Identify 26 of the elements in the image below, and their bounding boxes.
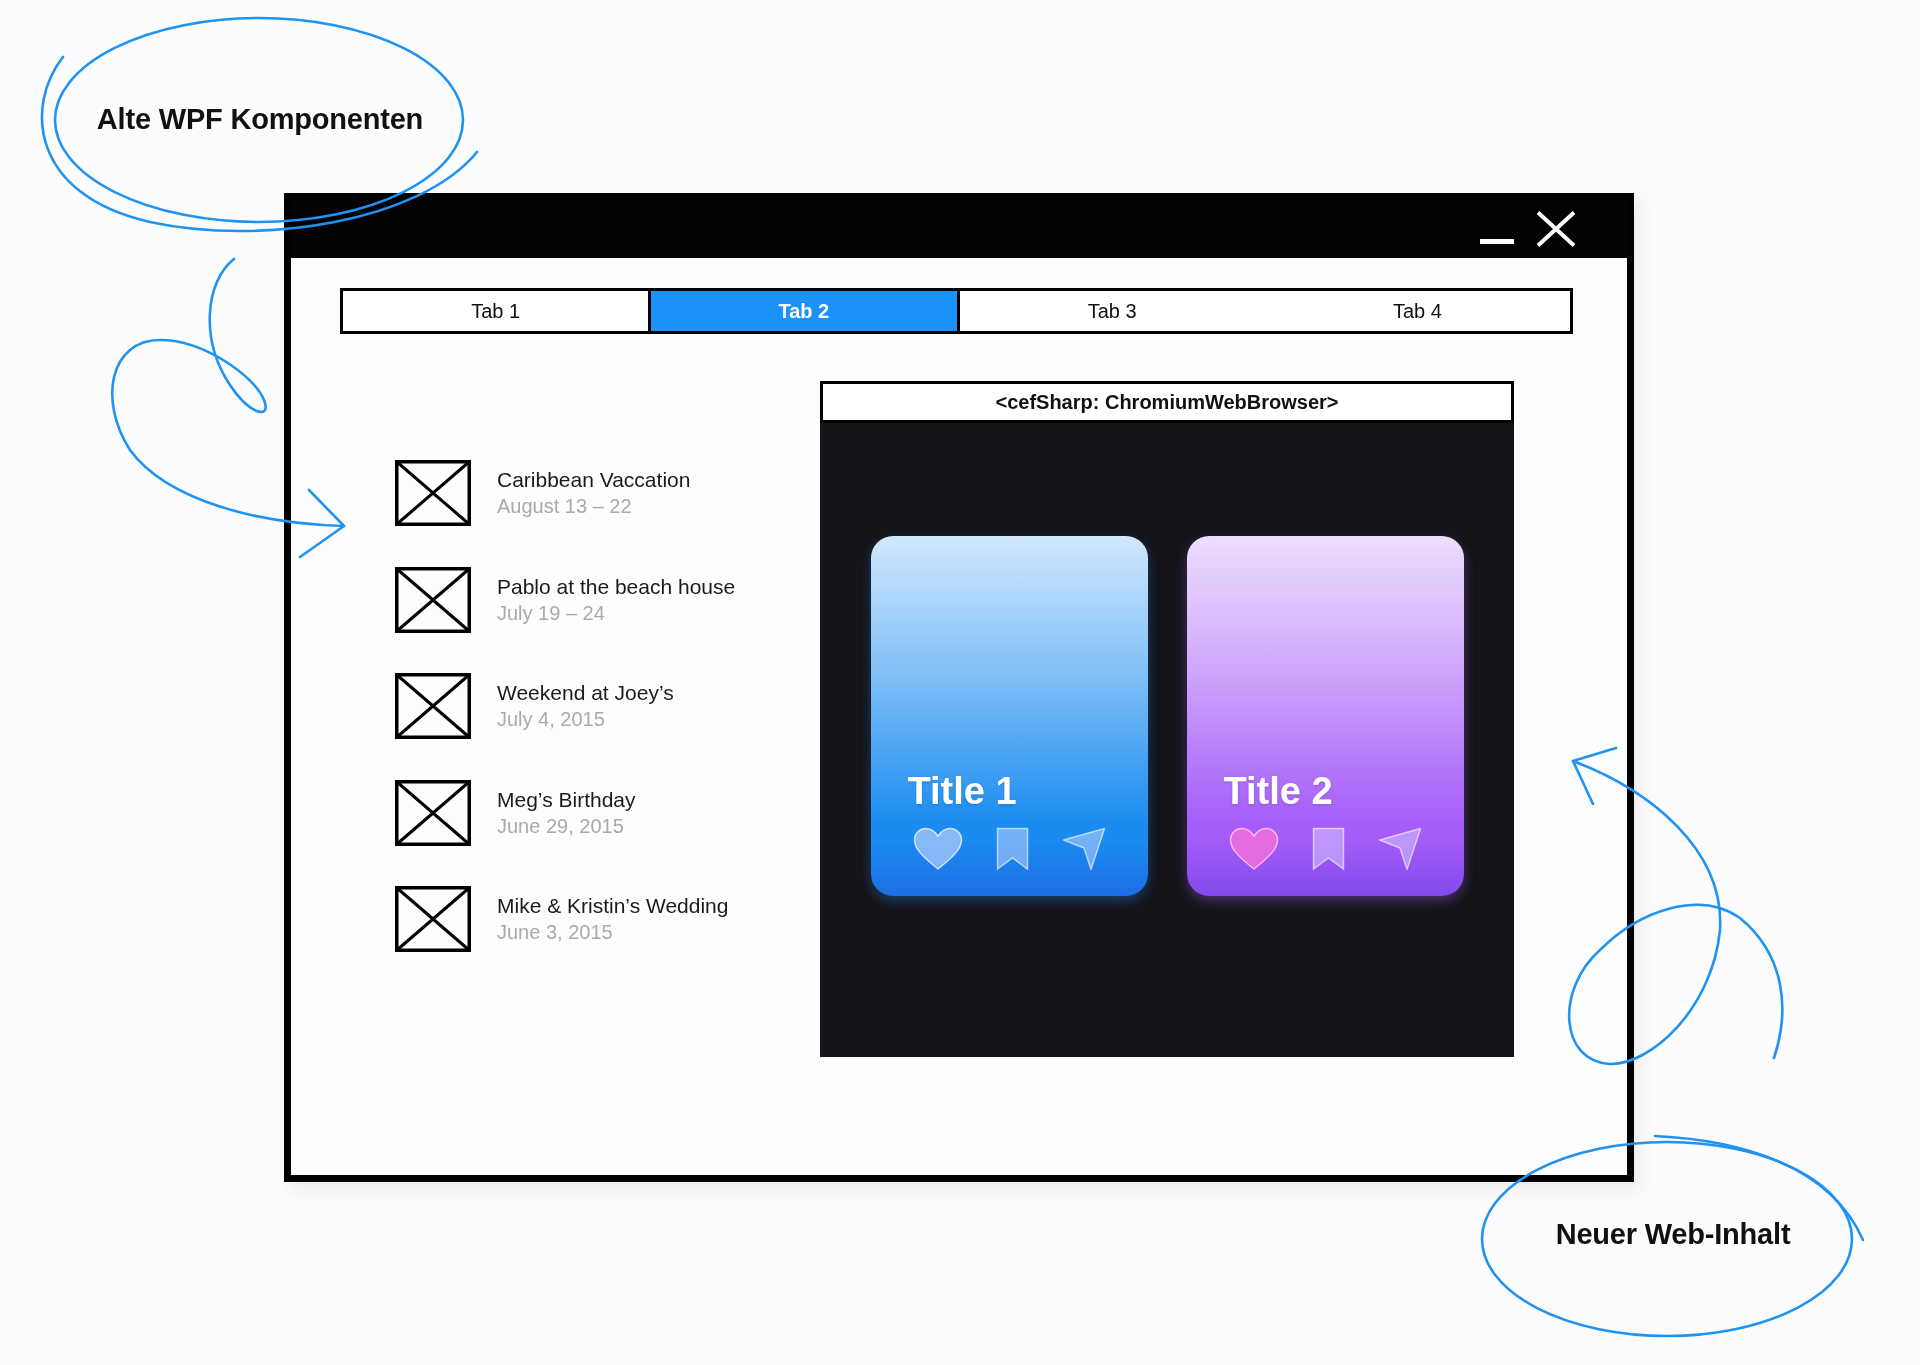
close-icon[interactable] — [1536, 211, 1576, 247]
event-date: July 19 – 24 — [497, 600, 606, 626]
event-date: June 29, 2015 — [497, 813, 625, 839]
event-title: Meg’s Birthday — [497, 786, 636, 813]
heart-icon[interactable] — [1228, 827, 1279, 871]
image-placeholder-icon — [395, 886, 471, 952]
image-placeholder-icon — [395, 779, 471, 846]
event-title: Weekend at Joey’s — [497, 680, 674, 706]
bookmark-icon[interactable] — [1311, 827, 1345, 871]
event-title: Pablo at the beach house — [497, 573, 736, 600]
card-title: Title 1 — [907, 769, 1017, 813]
event-date: June 3, 2015 — [497, 920, 614, 945]
browser-header: <cefSharp: ChromiumWebBrowser> — [820, 381, 1514, 423]
event-title: Caribbean Vaccation — [497, 467, 691, 493]
image-placeholder-icon — [395, 460, 471, 526]
event-date: July 4, 2015 — [497, 707, 606, 732]
annotation-label: Neuer Web-Inhalt — [1555, 1217, 1791, 1251]
image-placeholder-icon — [395, 566, 471, 633]
event-title: Mike & Kristin’s Wedding — [497, 893, 729, 919]
image-placeholder-icon — [395, 673, 471, 739]
event-date: August 13 – 22 — [497, 494, 633, 519]
paper-plane-icon[interactable] — [1377, 827, 1422, 871]
annotation-label: Alte WPF Komponenten — [96, 102, 424, 136]
bookmark-icon[interactable] — [995, 827, 1029, 871]
card-title: Title 2 — [1223, 769, 1333, 813]
paper-plane-icon[interactable] — [1061, 827, 1106, 871]
